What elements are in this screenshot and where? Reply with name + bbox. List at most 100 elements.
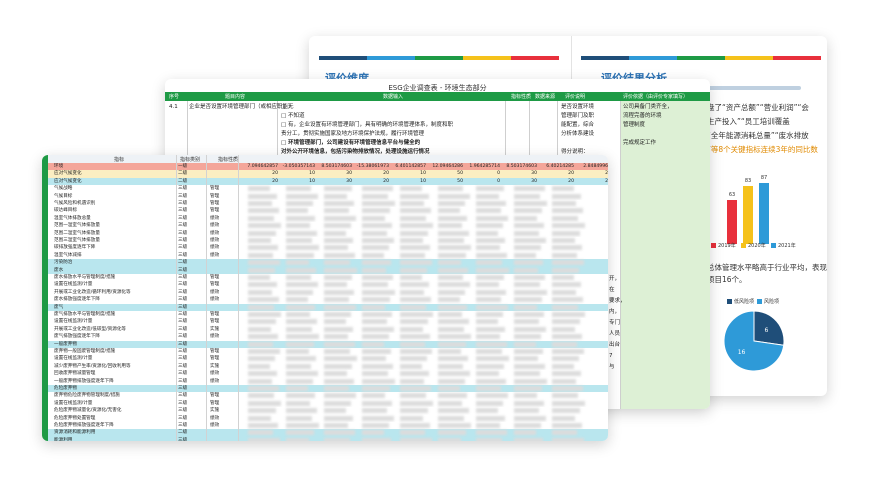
side-note: 出台 <box>609 342 621 348</box>
row-label: 废气排放水平与管理制度/措施 <box>54 312 116 317</box>
blurred-cell <box>438 341 466 347</box>
blurred-cell <box>324 408 346 414</box>
row-category: 三级 <box>178 371 188 377</box>
side-note: 在 <box>609 287 615 293</box>
question-text: 企业是否设置环境管理部门（或相应职能） <box>189 104 294 110</box>
blurred-cell <box>362 393 385 399</box>
survey-option: □ 不知道 <box>281 113 305 119</box>
blurred-cell <box>552 201 576 206</box>
blurred-cell <box>552 437 584 441</box>
blurred-cell <box>248 193 277 199</box>
blurred-cell <box>438 193 470 199</box>
blurred-cell <box>514 400 544 406</box>
blurred-cell <box>552 393 578 399</box>
row-category: 三级 <box>178 245 188 251</box>
blurred-cell <box>286 223 310 229</box>
header-cell: 评价依据（由评价专家填写） <box>623 94 689 100</box>
row-category: 三级 <box>178 252 188 258</box>
blurred-cell <box>400 186 422 192</box>
row-category: 三级 <box>178 297 188 303</box>
legend-item: 2021年 <box>771 242 796 249</box>
blurred-cell <box>286 297 308 303</box>
row-value: 10 <box>309 178 315 184</box>
row-nature: 绩效 <box>210 289 220 295</box>
row-value: 20 <box>383 171 389 177</box>
blurred-cell <box>514 208 542 214</box>
row-category: 三级 <box>178 400 188 406</box>
blurred-cell <box>552 363 574 369</box>
row-category: 三级 <box>178 334 188 340</box>
row-nature: 管理 <box>210 275 220 280</box>
blurred-cell <box>324 326 353 332</box>
blurred-cell <box>400 193 429 199</box>
highlight-text: 等8个关键指标连续3年的同比数 <box>710 145 818 154</box>
blurred-cell <box>438 304 467 310</box>
blurred-cell <box>400 208 431 214</box>
blurred-cell <box>514 289 547 295</box>
blurred-cell <box>286 193 318 199</box>
blurred-cell <box>324 223 351 229</box>
blurred-cell <box>552 400 585 406</box>
blurred-cell <box>248 186 270 192</box>
row-category: 二级 <box>178 260 188 266</box>
blurred-cell <box>552 349 584 354</box>
blurred-cell <box>362 282 388 288</box>
bar-2021年 <box>759 183 769 244</box>
blurred-cell <box>552 260 584 266</box>
row-category: 三级 <box>178 282 188 288</box>
blurred-cell <box>514 245 541 251</box>
blurred-cell <box>476 393 508 399</box>
blurred-cell <box>248 267 275 273</box>
blurred-cell <box>286 437 309 441</box>
blurred-cell <box>476 201 506 206</box>
row-nature: 绩效 <box>210 297 220 303</box>
blurred-cell <box>400 378 424 384</box>
blurred-cell <box>362 193 388 199</box>
blurred-cell <box>286 386 308 391</box>
blurred-cell <box>400 289 424 295</box>
blurred-cell <box>400 408 428 414</box>
blurred-cell <box>324 334 348 340</box>
row-label: 碳达峰目标 <box>54 208 77 214</box>
blurred-cell <box>362 356 386 362</box>
row-label: 危险废弃物 <box>54 386 77 391</box>
legend-item: 2020年 <box>741 242 766 249</box>
blurred-cell <box>248 393 274 399</box>
blurred-cell <box>362 245 389 251</box>
row-label: 回收废弃物减量管理 <box>54 371 96 377</box>
blurred-cell <box>248 349 280 354</box>
analysis-line: 生产投入”“员工培训覆盖 <box>707 117 790 126</box>
row-value: 8.503174603 <box>506 164 537 169</box>
blurred-cell <box>286 252 314 258</box>
blurred-cell <box>476 363 504 369</box>
blurred-cell <box>400 215 426 221</box>
blurred-cell <box>400 304 426 310</box>
blurred-cell <box>476 356 509 362</box>
blurred-cell <box>362 186 393 192</box>
pie-value-label: 16 <box>738 349 746 356</box>
blurred-cell <box>438 245 471 251</box>
header-cell: 数据来源 <box>535 94 556 100</box>
blurred-cell <box>324 386 349 391</box>
row-category: 三级 <box>178 193 188 199</box>
blurred-cell <box>476 386 501 391</box>
analysis-line: 盘了“资产总额”“营业利润”“会 <box>707 103 809 112</box>
row-category: 三级 <box>178 319 188 325</box>
blurred-cell <box>514 260 543 266</box>
blurred-cell <box>514 304 537 310</box>
blurred-cell <box>476 208 501 214</box>
row-category: 三级 <box>178 415 188 421</box>
row-value: 20 <box>272 171 278 177</box>
row-value: 50 <box>457 171 463 177</box>
blurred-cell <box>400 297 431 303</box>
blurred-cell <box>248 252 273 258</box>
blurred-cell <box>248 238 271 243</box>
blurred-cell <box>476 223 503 229</box>
blurred-cell <box>324 282 347 288</box>
row-label: 范围二温室气体排放量 <box>54 230 100 236</box>
blurred-cell <box>438 208 460 214</box>
row-label: 能源利用 <box>54 437 73 441</box>
blurred-cell <box>324 186 352 192</box>
row-nature: 绩效 <box>210 245 220 251</box>
blurred-cell <box>248 430 273 436</box>
